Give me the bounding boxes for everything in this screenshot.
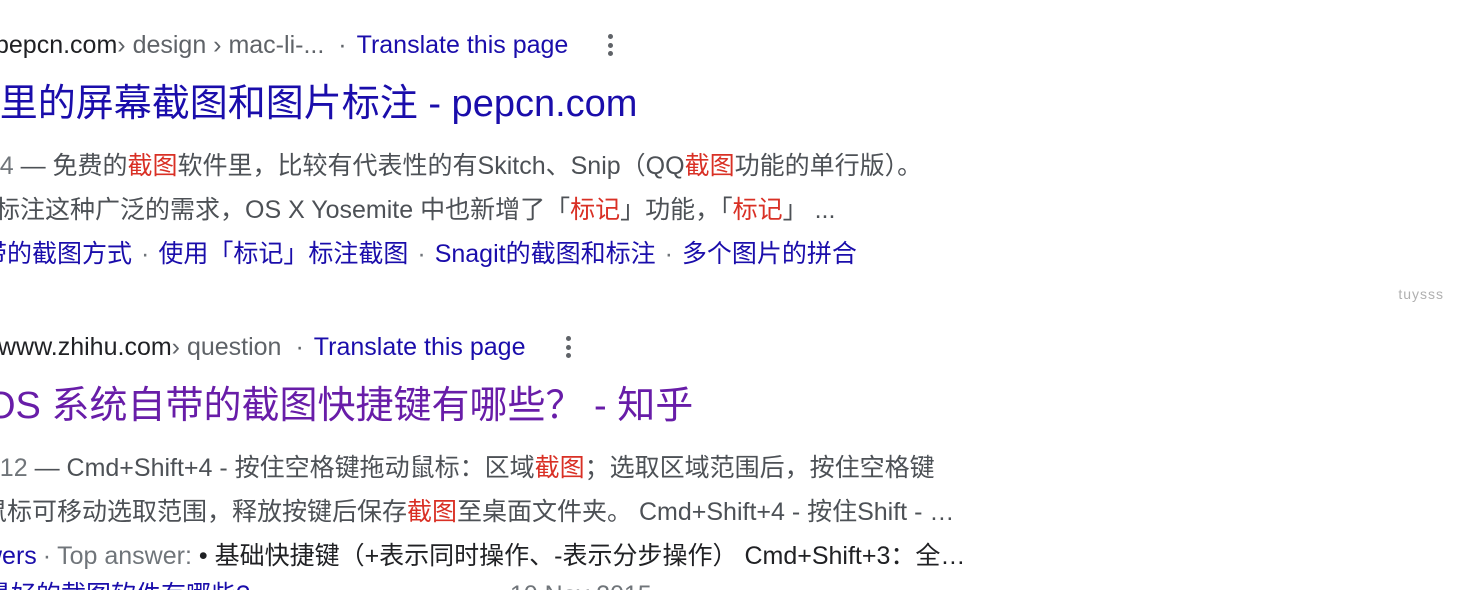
sitelink-separator: · xyxy=(664,240,673,268)
result-cite: www.zhihu.com › question · Translate thi… xyxy=(0,330,1158,364)
top-answer-text: • 基础快捷键（+表示同时操作、-表示分步操作） Cmd+Shift+3：全… xyxy=(191,542,966,570)
answers-count-link[interactable]: wers xyxy=(0,542,37,570)
snippet-text: — Cmd+Shift+4 - 按住空格键拖动鼠标：区域 xyxy=(27,454,535,482)
result-title[interactable]: Mac里的屏幕截图和图片标注 - pepcn.com xyxy=(0,80,1130,128)
cite-separator: · xyxy=(338,30,347,59)
sitelink[interactable]: Snagit的截图和标注 xyxy=(435,240,656,268)
cite-domain[interactable]: www.zhihu.com xyxy=(0,333,172,362)
snippet-text: 片标注这种广泛的需求，OS X Yosemite 中也新增了「 xyxy=(0,196,571,224)
partial-link[interactable]: 最好的截图软件有哪些? xyxy=(0,581,250,590)
snippet-highlight: 截图 xyxy=(407,498,458,526)
sitelink[interactable]: 多个图片的拼合 xyxy=(682,240,857,268)
sitelink[interactable]: 带的截图方式 xyxy=(0,240,132,268)
translate-link[interactable]: Translate this page xyxy=(357,31,569,60)
more-options-icon[interactable] xyxy=(608,34,614,56)
sitelink-separator: · xyxy=(417,240,426,268)
cite-domain[interactable]: sspepcn.com xyxy=(0,31,117,60)
watermark-text: tuysss xyxy=(1398,286,1444,302)
snippet-line-1: 2014 — 免费的截图软件里，比较有代表性的有Skitch、Snip（QQ截图… xyxy=(0,144,1130,188)
sitelink[interactable]: 使用「标记」标注截图 xyxy=(158,240,408,268)
result-snippet: 2012 — Cmd+Shift+4 - 按住空格键拖动鼠标：区域截图；选取区域… xyxy=(0,446,1158,534)
more-options-icon[interactable] xyxy=(565,336,572,358)
top-answer-label: Top answer: xyxy=(57,542,192,570)
sitelink-separator: · xyxy=(141,240,150,268)
snippet-highlight: 截图 xyxy=(534,454,585,482)
snippet-line-2: 片标注这种广泛的需求，OS X Yosemite 中也新增了「标记」功能，「标记… xyxy=(0,188,1130,232)
snippet-text: 」功能，「 xyxy=(620,196,733,224)
answers-separator: · xyxy=(42,542,52,570)
search-result-1: sspepcn.com › design › mac-li-... · Tran… xyxy=(0,28,1130,276)
search-result-2: www.zhihu.com › question · Translate thi… xyxy=(0,330,1158,578)
snippet-text: 至桌面文件夹。 Cmd+Shift+4 - 按住Shift - … xyxy=(457,498,955,526)
snippet-text: ；选取区域范围后，按住空格键 xyxy=(584,454,935,482)
snippet-text: 功能的单行版）。 xyxy=(734,152,923,180)
snippet-line-2: 鼠标可移动选取范围，释放按键后保存截图至桌面文件夹。 Cmd+Shift+4 -… xyxy=(0,490,1158,534)
snippet-highlight: 标记 xyxy=(570,196,621,224)
result-sitelinks: 带的截图方式 · 使用「标记」标注截图 · Snagit的截图和标注 · 多个图片的拼合 xyxy=(0,232,1130,276)
result-snippet: 2014 — 免费的截图软件里，比较有代表性的有Skitch、Snip（QQ截图… xyxy=(0,144,1130,232)
snippet-text: 鼠标可移动选取范围，释放按键后保存 xyxy=(0,498,408,526)
cite-separator: · xyxy=(295,332,304,361)
snippet-highlight: 截图 xyxy=(684,152,735,180)
translate-link[interactable]: Translate this page xyxy=(314,333,526,362)
snippet-highlight: 截图 xyxy=(127,152,178,180)
result-answers: wers·Top answer: • 基础快捷键（+表示同时操作、-表示分步操作… xyxy=(0,534,1158,578)
result-cite: sspepcn.com › design › mac-li-... · Tran… xyxy=(0,28,1130,62)
next-result-partial[interactable]: 最好的截图软件有哪些? 10 Nov 2015 xyxy=(0,573,652,590)
snippet-text: 」 ... xyxy=(782,196,836,224)
cite-path: › question xyxy=(171,332,282,361)
partial-date: 10 Nov 2015 xyxy=(510,581,652,590)
snippet-text: 软件里，比较有代表性的有Skitch、Snip（QQ xyxy=(177,152,685,180)
snippet-date: 2012 xyxy=(0,454,28,482)
cite-path: › design › mac-li-... xyxy=(117,30,325,59)
snippet-highlight: 标记 xyxy=(732,196,783,224)
snippet-date: 2014 xyxy=(0,152,14,180)
snippet-line-1: 2012 — Cmd+Shift+4 - 按住空格键拖动鼠标：区域截图；选取区域… xyxy=(0,446,1158,490)
snippet-text: — 免费的 xyxy=(13,152,128,180)
search-results-page: sspepcn.com › design › mac-li-... · Tran… xyxy=(0,0,1464,590)
result-title[interactable]: OS 系统自带的截图快捷键有哪些？ - 知乎 xyxy=(0,382,1158,430)
